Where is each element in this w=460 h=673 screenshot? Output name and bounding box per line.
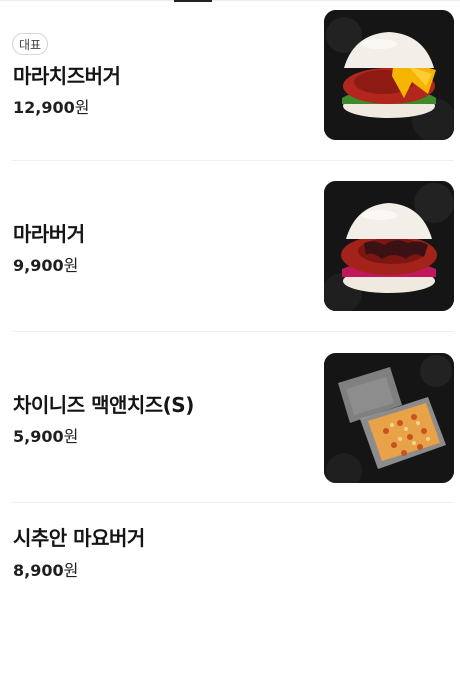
price-unit: 원 [63, 256, 79, 275]
menu-item-price: 8,900원 [13, 557, 78, 581]
menu-item-name: 마라버거 [13, 222, 85, 246]
menu-item-sichuan-mayo-burger[interactable]: 시추안 마요버거 8,900원 [0, 503, 460, 673]
menu-item-image [324, 10, 454, 140]
menu-item-chinese-mac-and-cheese[interactable]: 차이니즈 맥앤치즈(S) 5,900원 [0, 332, 460, 502]
menu-item-mala-cheese-burger[interactable]: 대표 마라치즈버거 12,900원 [0, 0, 460, 170]
divider [12, 331, 454, 332]
divider [12, 160, 454, 161]
price-amount: 8,900 [13, 561, 64, 580]
menu-item-image [324, 181, 454, 311]
menu-item-price: 9,900원 [13, 252, 78, 276]
menu-item-mala-burger[interactable]: 마라버거 9,900원 [0, 161, 460, 331]
menu-item-name: 마라치즈버거 [13, 64, 121, 88]
signature-badge: 대표 [12, 33, 49, 55]
menu-item-image [324, 353, 454, 483]
price-amount: 9,900 [13, 256, 64, 275]
menu-item-name: 차이니즈 맥앤치즈(S) [13, 393, 194, 417]
divider [12, 502, 454, 503]
menu-item-name: 시추안 마요버거 [13, 526, 145, 550]
price-unit: 원 [74, 98, 90, 117]
price-unit: 원 [63, 561, 79, 580]
menu-item-price: 12,900원 [13, 94, 89, 118]
price-amount: 12,900 [13, 98, 75, 117]
price-unit: 원 [63, 427, 79, 446]
menu-item-price: 5,900원 [13, 423, 78, 447]
price-amount: 5,900 [13, 427, 64, 446]
